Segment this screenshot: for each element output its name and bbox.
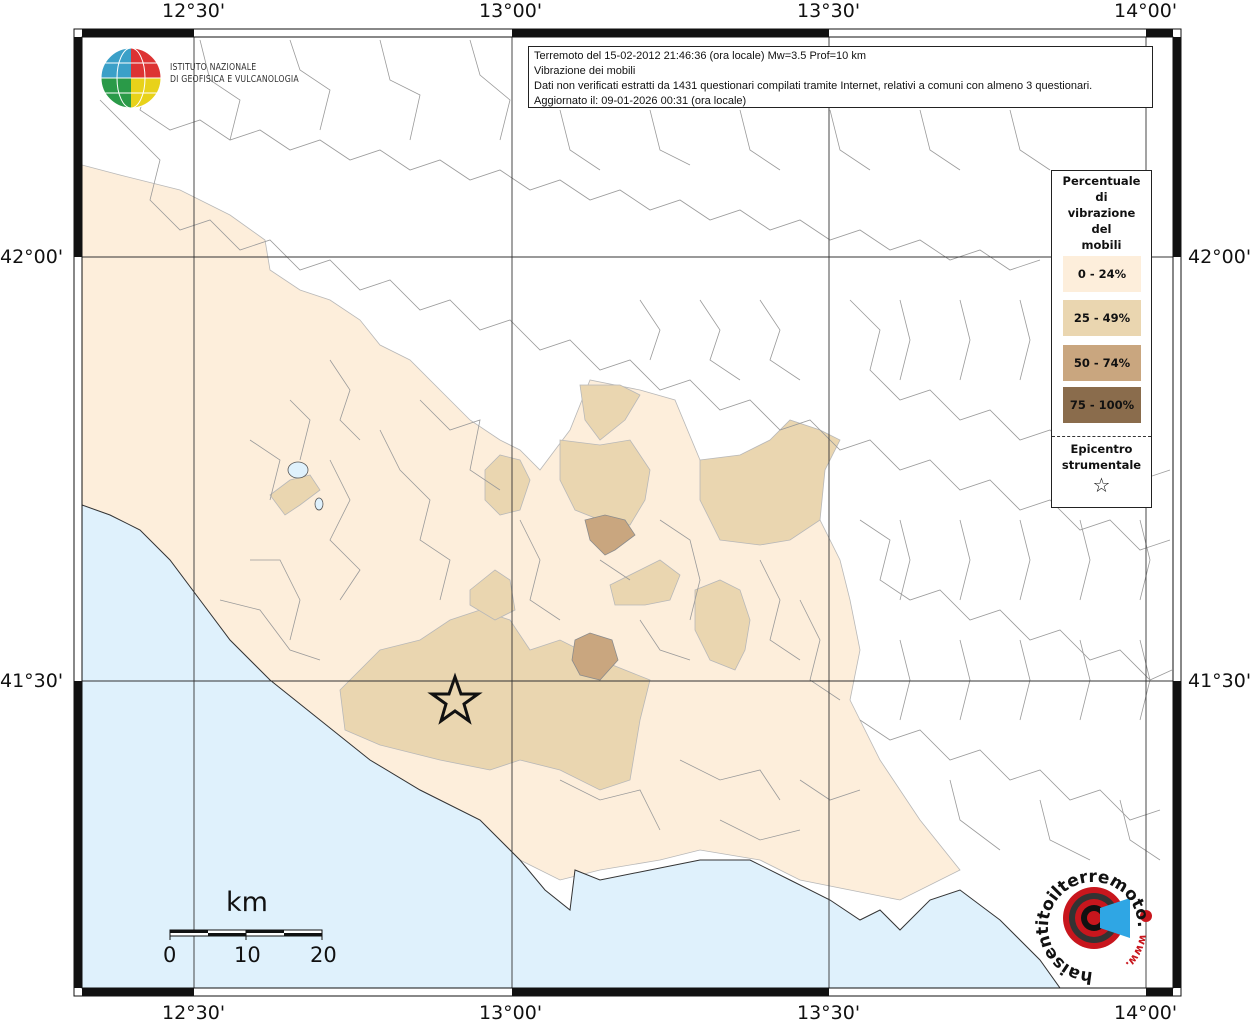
bottom-longitude-label: 13°30' xyxy=(797,1002,861,1024)
legend-box: Percentuale di vibrazione del mobili 0 -… xyxy=(1051,170,1152,508)
lake-martignano xyxy=(314,497,324,511)
bottom-longitude-label: 14°00' xyxy=(1114,1002,1178,1024)
institute-name-line1: ISTITUTO NAZIONALE xyxy=(170,62,257,73)
hst-badge-url-text: www. xyxy=(1123,933,1150,971)
scale-bar-title: km xyxy=(226,887,268,918)
top-longitude-label: 13°30' xyxy=(797,0,861,22)
event-info-line: Dati non verificati estratti da 1431 que… xyxy=(534,80,1093,92)
scale-bar-label: 0 xyxy=(163,943,177,967)
institute-name: ISTITUTO NAZIONALE DI GEOFISICA E VULCAN… xyxy=(170,62,299,86)
legend-class-swatch: 75 - 100% xyxy=(1063,387,1141,423)
right-latitude-label: 42°00' xyxy=(1188,246,1252,268)
ingv-logo-icon xyxy=(100,47,162,109)
event-info-line: Aggiornato il: 09-01-2026 00:31 (ora loc… xyxy=(534,95,747,107)
bottom-longitude-label: 13°00' xyxy=(479,1002,543,1024)
event-info-line: Vibrazione dei mobili xyxy=(534,65,636,77)
legend-title: Percentuale di vibrazione del mobili xyxy=(1052,173,1151,253)
legend-title-line: di xyxy=(1095,190,1108,204)
event-info-box: Terremoto del 15-02-2012 21:46:36 (ora l… xyxy=(528,46,1153,108)
legend-class-swatch: 25 - 49% xyxy=(1063,300,1141,336)
legend-title-line: vibrazione xyxy=(1067,206,1136,220)
legend-divider xyxy=(1052,436,1151,437)
scale-bar-label: 10 xyxy=(234,943,261,967)
legend-epicenter-line: strumentale xyxy=(1061,458,1142,472)
legend-title-line: mobili xyxy=(1081,238,1122,252)
legend-title-line: Percentuale xyxy=(1062,174,1141,188)
top-longitude-label: 12°30' xyxy=(162,0,226,22)
svg-text:www.: www. xyxy=(1123,933,1150,971)
event-info-line: Terremoto del 15-02-2012 21:46:36 (ora l… xyxy=(534,50,867,62)
bottom-longitude-label: 12°30' xyxy=(162,1002,226,1024)
legend-epicenter-label: Epicentro strumentale xyxy=(1052,441,1151,473)
hst-badge-text[interactable]: haisentitoilterremoto.it www. xyxy=(1028,862,1158,992)
legend-class-swatch: 50 - 74% xyxy=(1063,345,1141,381)
institute-name-line2: DI GEOFISICA E VULCANOLOGIA xyxy=(170,74,299,85)
left-latitude-label: 41°30' xyxy=(0,670,64,692)
top-longitude-label: 13°00' xyxy=(479,0,543,22)
left-latitude-label: 42°00' xyxy=(0,246,64,268)
lake-bracciano xyxy=(287,461,309,479)
legend-star-icon: ☆ xyxy=(1092,473,1111,497)
right-latitude-label: 41°30' xyxy=(1188,670,1252,692)
legend-class-swatch: 0 - 24% xyxy=(1063,256,1141,292)
top-longitude-label: 14°00' xyxy=(1114,0,1178,22)
scale-bar-label: 20 xyxy=(310,943,337,967)
legend-epicenter-line: Epicentro xyxy=(1070,442,1133,456)
legend-title-line: del xyxy=(1091,222,1112,236)
